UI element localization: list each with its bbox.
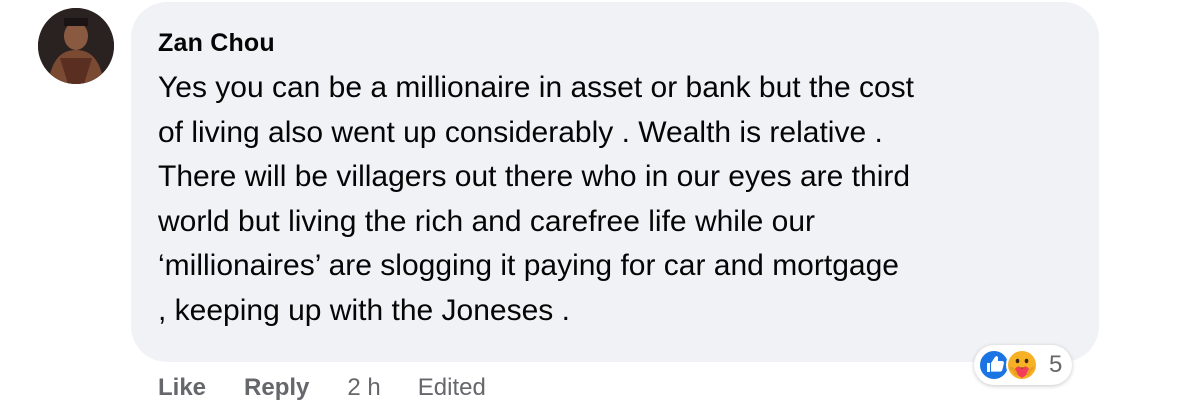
comment-timestamp[interactable]: 2 h — [347, 374, 380, 402]
reaction-count: 5 — [1049, 351, 1063, 378]
comment-text: Yes you can be a millionaire in asset or… — [158, 71, 915, 327]
comment-actions: Like Reply 2 h Edited — [158, 370, 486, 406]
comment: Zan Chou Yes you can be a millionaire in… — [0, 0, 1200, 412]
comment-bubble: Zan Chou Yes you can be a millionaire in… — [131, 2, 1099, 362]
avatar-image — [38, 8, 114, 84]
avatar[interactable] — [38, 8, 114, 84]
comment-author[interactable]: Zan Chou — [158, 29, 275, 58]
reply-button[interactable]: Reply — [244, 374, 309, 402]
reactions-summary[interactable]: 5 — [974, 345, 1073, 385]
edited-label[interactable]: Edited — [418, 374, 486, 402]
like-button[interactable]: Like — [158, 374, 206, 402]
care-icon — [1006, 349, 1038, 381]
